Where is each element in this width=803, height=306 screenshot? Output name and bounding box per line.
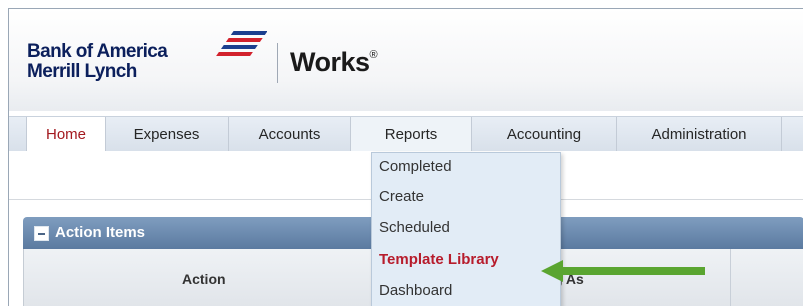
flag-icon (216, 31, 267, 56)
main-nav: Home Expenses Accounts Reports Accountin… (9, 116, 803, 154)
menu-item-scheduled[interactable]: Scheduled (379, 214, 450, 242)
registered-mark: ® (369, 49, 378, 61)
nav-expenses[interactable]: Expenses (105, 117, 229, 152)
product-name: Works (290, 47, 370, 77)
app-header: Bank of America Merrill Lynch Works® (9, 9, 803, 111)
bank-logo-text: Bank of America Merrill Lynch (27, 41, 168, 82)
nav-reports[interactable]: Reports (351, 117, 472, 152)
nav-administration[interactable]: Administration (617, 117, 782, 152)
brand-line-2: Merrill Lynch (27, 61, 137, 82)
menu-item-completed[interactable]: Completed (379, 153, 452, 181)
menu-item-dashboard[interactable]: Dashboard (379, 277, 452, 305)
app-window: Bank of America Merrill Lynch Works® Hom… (8, 8, 803, 306)
brand-line-1: Bank of America (27, 41, 168, 62)
menu-item-create[interactable]: Create (379, 183, 424, 211)
reports-dropdown-menu: Completed Create Scheduled Template Libr… (371, 152, 561, 306)
product-logo: Works® (290, 47, 378, 78)
nav-accounting[interactable]: Accounting (472, 117, 617, 152)
panel-title: Action Items (55, 224, 146, 241)
menu-item-template-library[interactable]: Template Library (379, 246, 499, 274)
nav-home[interactable]: Home (26, 117, 106, 153)
column-divider (730, 249, 731, 306)
arrow-left-icon (541, 260, 705, 282)
logo-divider (277, 43, 278, 83)
column-header-action[interactable]: Action (182, 271, 226, 287)
minus-icon[interactable] (34, 226, 49, 241)
nav-accounts[interactable]: Accounts (229, 117, 351, 152)
